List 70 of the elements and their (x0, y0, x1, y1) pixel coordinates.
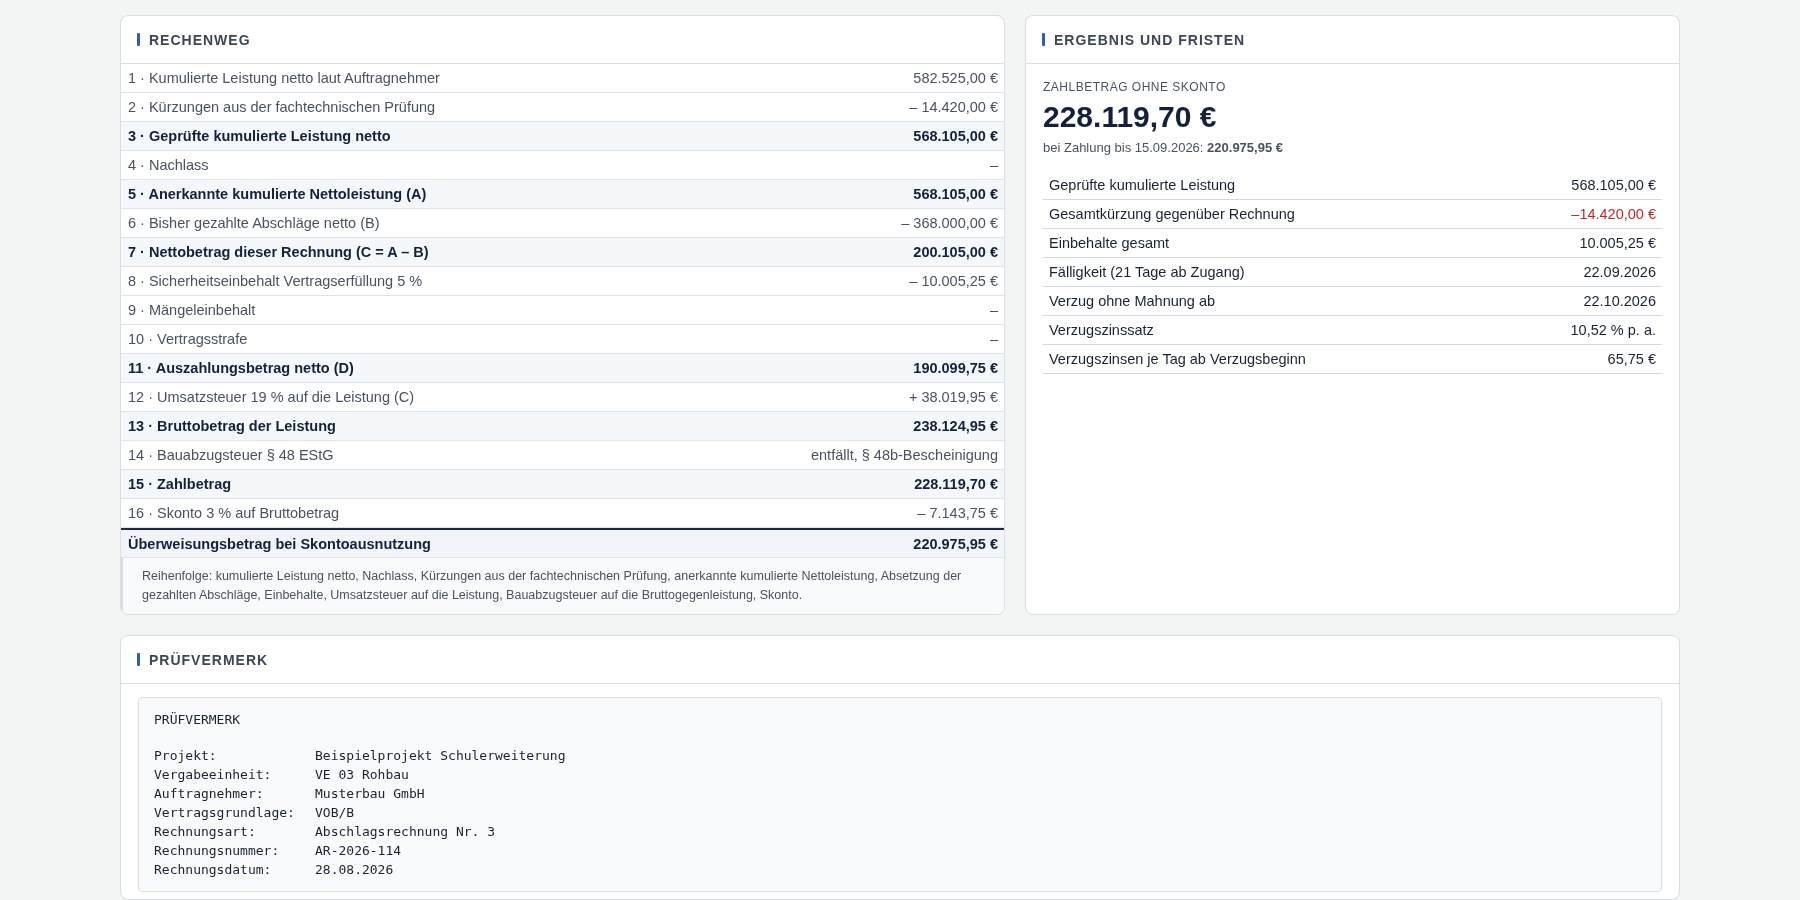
row-label: 1 · Kumulierte Leistung netto laut Auftragnehmer (128, 70, 440, 86)
card-title: PRÜFVERMERK (149, 651, 269, 668)
row-label: 4 · Nachlass (128, 157, 209, 173)
note-heading: PRÜFVERMERK (154, 711, 242, 729)
field-label: Rechnungsart: (154, 823, 257, 841)
row-value: 220.975,95 € (913, 535, 998, 552)
field-label: Projekt: (154, 747, 218, 765)
row-label: 5 · Anerkannte kumulierte Nettoleistung (A) (128, 186, 427, 202)
result-label: Einbehalte gesamt (1049, 235, 1170, 251)
row-label: 9 · Mängeleinbehalt (128, 302, 256, 318)
result-label: Geprüfte kumulierte Leistung (1049, 177, 1236, 193)
field-value: VE 03 Rohbau (315, 766, 409, 784)
result-value: 22.10.2026 (1583, 293, 1656, 309)
card-title: ERGEBNIS UND FRISTEN (1054, 31, 1246, 48)
row-label: Überweisungsbetrag bei Skontoausnutzung (128, 535, 431, 552)
card-title: RECHENWEG (149, 31, 251, 48)
row-value: 568.105,00 € (913, 186, 998, 202)
result-label: Verzug ohne Mahnung ab (1049, 293, 1216, 309)
row-label: 12 · Umsatzsteuer 19 % auf die Leistung (C) (128, 389, 415, 405)
discount-note: bei Zahlung bis 15.09.2026: 220.975,95 € (1043, 140, 1284, 155)
row-value: 582.525,00 € (913, 70, 998, 86)
row-value: 238.124,95 € (913, 418, 998, 434)
result-value: 10.005,25 € (1579, 235, 1656, 251)
field-label: Vergabeeinheit: (154, 766, 273, 784)
result-value: 568.105,00 € (1571, 177, 1656, 193)
row-value: – 14.420,00 € (909, 99, 998, 115)
row-label: 8 · Sicherheitseinbehalt Vertragserfüllung 5 % (128, 273, 423, 289)
field-label: Rechnungsdatum: (154, 861, 273, 879)
row-value: – 7.143,75 € (917, 505, 998, 521)
row-value: + 38.019,95 € (908, 389, 998, 405)
row-label: 6 · Bisher gezahlte Abschläge netto (B) (128, 215, 380, 231)
result-label: Verzugszinsen je Tag ab Verzugsbeginn (1049, 351, 1306, 367)
row-value: – 368.000,00 € (901, 215, 998, 231)
result-value: –14.420,00 € (1571, 206, 1656, 222)
result-value: 22.09.2026 (1583, 264, 1656, 280)
field-label: Rechnungsnummer: (154, 842, 281, 860)
field-value: VOB/B (315, 804, 355, 822)
row-value: – (989, 302, 998, 318)
row-value: – (989, 157, 998, 173)
row-label: 16 · Skonto 3 % auf Bruttobetrag (128, 505, 340, 521)
row-label: 15 · Zahlbetrag (128, 476, 232, 492)
row-label: 10 · Vertragsstrafe (128, 331, 248, 347)
row-label: 2 · Kürzungen aus der fachtechnischen Prüfung (128, 99, 436, 115)
row-value: 190.099,75 € (913, 360, 998, 376)
row-label: 7 · Nettobetrag dieser Rechnung (C = A – B) (128, 244, 429, 260)
result-label: Fälligkeit (21 Tage ab Zugang) (1049, 264, 1245, 280)
field-label: Vertragsgrundlage: (154, 804, 296, 822)
row-value: 568.105,00 € (913, 128, 998, 144)
order-note: Reihenfolge: kumulierte Leistung netto, Nachlass, Kürzungen aus der fachtechnischen Prüfung, anerkannte kumulierte Nettoleistung, Absetzung der gezahlten Abschläge, Einbehalte, Umsatzsteuer auf die Leistung, Bauabzugsteuer auf die Bruttogegenleistung, Skonto. (121, 558, 1004, 614)
field-value: 28.08.2026 (315, 861, 394, 879)
row-label: 14 · Bauabzugsteuer § 48 EStG (128, 447, 334, 463)
payment-amount: 228.119,70 € (1043, 100, 1218, 134)
row-label: 13 · Bruttobetrag der Leistung (128, 418, 336, 434)
row-value: 200.105,00 € (913, 244, 998, 260)
field-value: Abschlagsrechnung Nr. 3 (315, 823, 495, 841)
field-value: Beispielprojekt Schulerweiterung (315, 747, 566, 765)
result-value: 65,75 € (1607, 351, 1656, 367)
result-value: 10,52 % p. a. (1570, 322, 1656, 338)
field-value: Musterbau GmbH (315, 785, 425, 803)
row-value: 228.119,70 € (914, 476, 998, 492)
amount-label: ZAHLBETRAG OHNE SKONTO (1043, 80, 1227, 94)
row-label: 3 · Geprüfte kumulierte Leistung netto (128, 128, 391, 144)
row-value: – (989, 331, 998, 347)
row-label: 11 · Auszahlungsbetrag netto (D) (128, 360, 354, 376)
result-label: Gesamtkürzung gegenüber Rechnung (1049, 206, 1295, 222)
field-label: Auftragnehmer: (154, 785, 265, 803)
row-value: – 10.005,25 € (909, 273, 998, 289)
result-label: Verzugszinssatz (1049, 322, 1154, 338)
field-value: AR-2026-114 (315, 842, 402, 860)
row-value: entfällt, § 48b-Bescheinigung (810, 447, 998, 463)
